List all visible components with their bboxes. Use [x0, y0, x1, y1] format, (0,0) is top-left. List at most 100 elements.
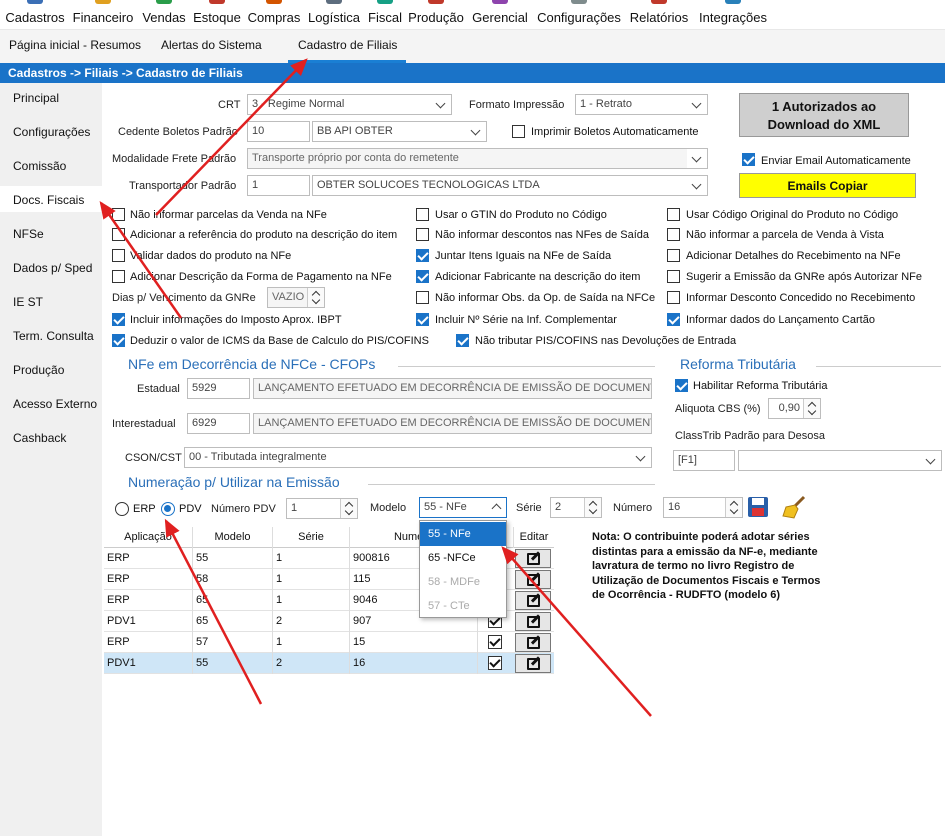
sidebar-item-comissao[interactable]: Comissão — [13, 159, 66, 173]
edit-button[interactable] — [515, 570, 551, 589]
spinner-icon[interactable] — [584, 498, 601, 517]
dias-gnre-input[interactable]: VAZIO — [267, 287, 325, 308]
sidebar-item-nfse[interactable]: NFSe — [13, 227, 44, 241]
modelo-option[interactable]: 55 - NFe — [420, 522, 506, 546]
col-aplicacao[interactable]: Aplicação — [104, 527, 193, 548]
checkbox-m7[interactable] — [456, 334, 469, 347]
spinner-icon[interactable] — [803, 399, 820, 418]
serie-input[interactable]: 2 — [550, 497, 602, 518]
tab-alertas[interactable]: Alertas do Sistema — [161, 38, 262, 52]
modelo-select[interactable]: 55 - NFe — [419, 497, 507, 518]
emails-copiar-button[interactable]: Emails Copiar — [739, 173, 916, 198]
checkbox-c4[interactable] — [112, 270, 125, 283]
sidebar-item-ie-st[interactable]: IE ST — [13, 295, 43, 309]
checkbox-r3[interactable] — [667, 249, 680, 262]
chevron-down-icon — [431, 95, 451, 114]
cedente-select[interactable]: BB API OBTER — [312, 121, 487, 142]
col-serie[interactable]: Série — [273, 527, 350, 548]
aliquota-label: Aliquota CBS (%) — [675, 403, 761, 415]
edit-button[interactable] — [515, 633, 551, 652]
checkbox-m4[interactable] — [416, 270, 429, 283]
numero-input[interactable]: 16 — [663, 497, 743, 518]
menu-estoque[interactable]: Estoque — [191, 0, 243, 30]
classtrib-code-input[interactable]: [F1] — [673, 450, 735, 471]
checkbox-m1[interactable] — [416, 208, 429, 221]
checkbox-r2[interactable] — [667, 228, 680, 241]
checkbox-m6[interactable] — [416, 313, 429, 326]
row-active-checkbox[interactable] — [488, 635, 502, 649]
col-modelo[interactable]: Modelo — [193, 527, 273, 548]
spinner-icon[interactable] — [725, 498, 742, 517]
checkbox-r4[interactable] — [667, 270, 680, 283]
modelo-label: Modelo — [370, 502, 407, 514]
checkbox-c2[interactable] — [112, 228, 125, 241]
sidebar-item-docs-fiscais[interactable]: Docs. Fiscais — [13, 193, 84, 207]
erp-radio[interactable] — [115, 502, 129, 516]
financeiro-icon — [95, 0, 111, 4]
interestadual-code-input[interactable]: 6929 — [187, 413, 250, 434]
habilitar-reforma-checkbox[interactable] — [675, 379, 688, 392]
transportador-select[interactable]: OBTER SOLUCOES TECNOLOGICAS LTDA — [312, 175, 708, 196]
label-c1: Não informar parcelas da Venda na NFe — [130, 209, 327, 221]
cson-select[interactable]: 00 - Tributada integralmente — [184, 447, 652, 468]
menu-integracoes[interactable]: Integrações — [696, 0, 770, 30]
checkbox-c6[interactable] — [112, 334, 125, 347]
menu-compras[interactable]: Compras — [246, 0, 302, 30]
checkbox-m2[interactable] — [416, 228, 429, 241]
table-row[interactable]: PDV1 55 2 16 — [104, 653, 554, 674]
checkbox-r5[interactable] — [667, 291, 680, 304]
checkbox-r6[interactable] — [667, 313, 680, 326]
menu-cadastros[interactable]: Cadastros — [4, 0, 66, 30]
transportador-code-input[interactable]: 1 — [247, 175, 310, 196]
table-row[interactable]: ERP 57 1 15 — [104, 632, 554, 653]
aliquota-input[interactable]: 0,90 — [768, 398, 821, 419]
sidebar-item-principal[interactable]: Principal — [13, 91, 59, 105]
label-c5: Incluir informações do Imposto Aprox. IB… — [130, 314, 342, 326]
menu-financeiro[interactable]: Financeiro — [72, 0, 134, 30]
checkbox-c1[interactable] — [112, 208, 125, 221]
menu-fiscal[interactable]: Fiscal — [366, 0, 404, 30]
numero-pdv-input[interactable]: 1 — [286, 498, 358, 519]
sidebar-item-producao[interactable]: Produção — [13, 363, 64, 377]
frete-select[interactable]: Transporte próprio por conta do remetent… — [247, 148, 708, 169]
broom-icon[interactable] — [780, 494, 808, 520]
table-cell: 58 — [193, 569, 273, 590]
checkbox-c5[interactable] — [112, 313, 125, 326]
checkbox-r1[interactable] — [667, 208, 680, 221]
edit-button[interactable] — [515, 549, 551, 568]
save-icon[interactable] — [747, 496, 769, 518]
menu-logistica[interactable]: Logística — [306, 0, 362, 30]
col-editar[interactable]: Editar — [514, 527, 554, 548]
spinner-icon[interactable] — [340, 499, 357, 518]
enviar-email-checkbox[interactable] — [742, 153, 755, 166]
checkbox-c3[interactable] — [112, 249, 125, 262]
sidebar-item-dados-sped[interactable]: Dados p/ Sped — [13, 261, 92, 275]
menu-relatorios[interactable]: Relatórios — [628, 0, 690, 30]
sidebar-item-term-consulta[interactable]: Term. Consulta — [13, 329, 94, 343]
imprimir-boletos-checkbox[interactable] — [512, 125, 525, 138]
sidebar-item-cashback[interactable]: Cashback — [13, 431, 66, 445]
checkbox-m5[interactable] — [416, 291, 429, 304]
edit-button[interactable] — [515, 654, 551, 673]
pdv-radio[interactable] — [161, 502, 175, 516]
formato-impressao-select[interactable]: 1 - Retrato — [575, 94, 708, 115]
edit-button[interactable] — [515, 612, 551, 631]
edit-button[interactable] — [515, 591, 551, 610]
row-active-checkbox[interactable] — [488, 656, 502, 670]
sidebar-item-acesso-externo[interactable]: Acesso Externo — [13, 397, 97, 411]
crt-select[interactable]: 3 - Regime Normal — [247, 94, 452, 115]
tab-pagina-inicial[interactable]: Página inicial - Resumos — [9, 38, 141, 52]
sidebar-item-configuracoes[interactable]: Configurações — [13, 125, 90, 139]
menu-producao[interactable]: Produção — [406, 0, 466, 30]
menu-configuracoes[interactable]: Configurações — [534, 0, 624, 30]
menu-gerencial[interactable]: Gerencial — [470, 0, 530, 30]
checkbox-m3[interactable] — [416, 249, 429, 262]
menu-vendas[interactable]: Vendas — [140, 0, 188, 30]
modelo-option[interactable]: 65 -NFCe — [420, 546, 506, 570]
estadual-code-input[interactable]: 5929 — [187, 378, 250, 399]
cedente-code-input[interactable]: 10 — [247, 121, 310, 142]
classtrib-select[interactable] — [738, 450, 942, 471]
tab-cadastro-filiais[interactable]: Cadastro de Filiais — [298, 38, 397, 52]
spinner-icon[interactable] — [307, 288, 324, 307]
autorizados-download-xml-button[interactable]: 1 Autorizados ao Download do XML — [739, 93, 909, 137]
